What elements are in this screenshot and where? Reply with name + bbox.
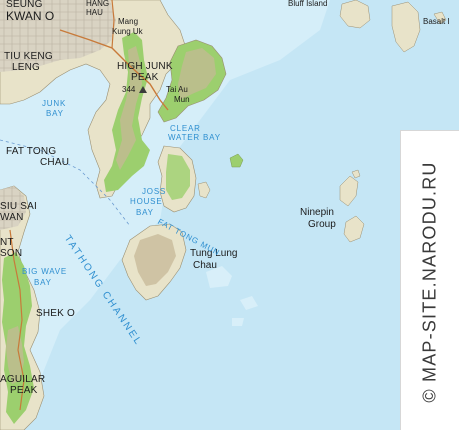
label-ninepin-group: Group [308,219,336,230]
label-mang: Mang [118,17,139,26]
label-junk-bay: BAY [46,109,64,118]
label-wan: WAN [0,212,24,223]
label-son: SON [0,248,23,259]
label-mun: Mun [174,95,190,104]
label-big-wave: BIG WAVE [22,267,68,276]
label-kung-uk: Kung Uk [112,27,143,36]
label-hang: HANG [86,0,110,8]
label-joss-house-bay: BAY [136,208,154,217]
label-fat-tong: FAT TONG [6,146,57,157]
map-view[interactable]: SEUNG KWAN O HANG HAU Mang Kung Uk TIU K… [0,0,459,430]
label-hau: HAU [86,8,103,17]
label-peak-height: 344 [122,85,136,94]
label-clear-water-bay: WATER BAY [168,133,221,142]
map-canvas [0,0,459,430]
label-chau: CHAU [40,157,70,168]
label-nt: NT [0,237,14,248]
label-peak: PEAK [131,72,159,83]
label-junk: JUNK [42,99,67,108]
label-tiu-keng: TIU KENG [4,51,53,62]
label-siu-sai: SIU SAI [0,201,37,212]
label-leng: LENG [12,62,41,73]
label-ninepin: Ninepin [300,207,334,218]
label-basalt-island: Basalt I [423,17,450,26]
label-joss-house: HOUSE [130,197,163,206]
label-aguilar-peak: PEAK [10,385,38,396]
label-aguilar: AGUILAR [0,374,46,385]
label-big-wave-bay: BAY [34,278,52,287]
label-high-junk: HIGH JUNK [117,61,173,72]
label-tung-lung-chau: Chau [193,260,217,271]
sea-shoal-3 [232,318,244,326]
label-joss: JOSS [142,187,167,196]
label-clear: CLEAR [170,124,201,133]
label-tai-au: Tai Au [166,85,188,94]
label-kwan-o: KWAN O [6,9,55,23]
label-bluff-island: Bluff Island [288,0,328,8]
label-shek-o: SHEK O [36,308,75,319]
watermark-text: © MAP-SITE.NARODU.RU [419,161,440,403]
